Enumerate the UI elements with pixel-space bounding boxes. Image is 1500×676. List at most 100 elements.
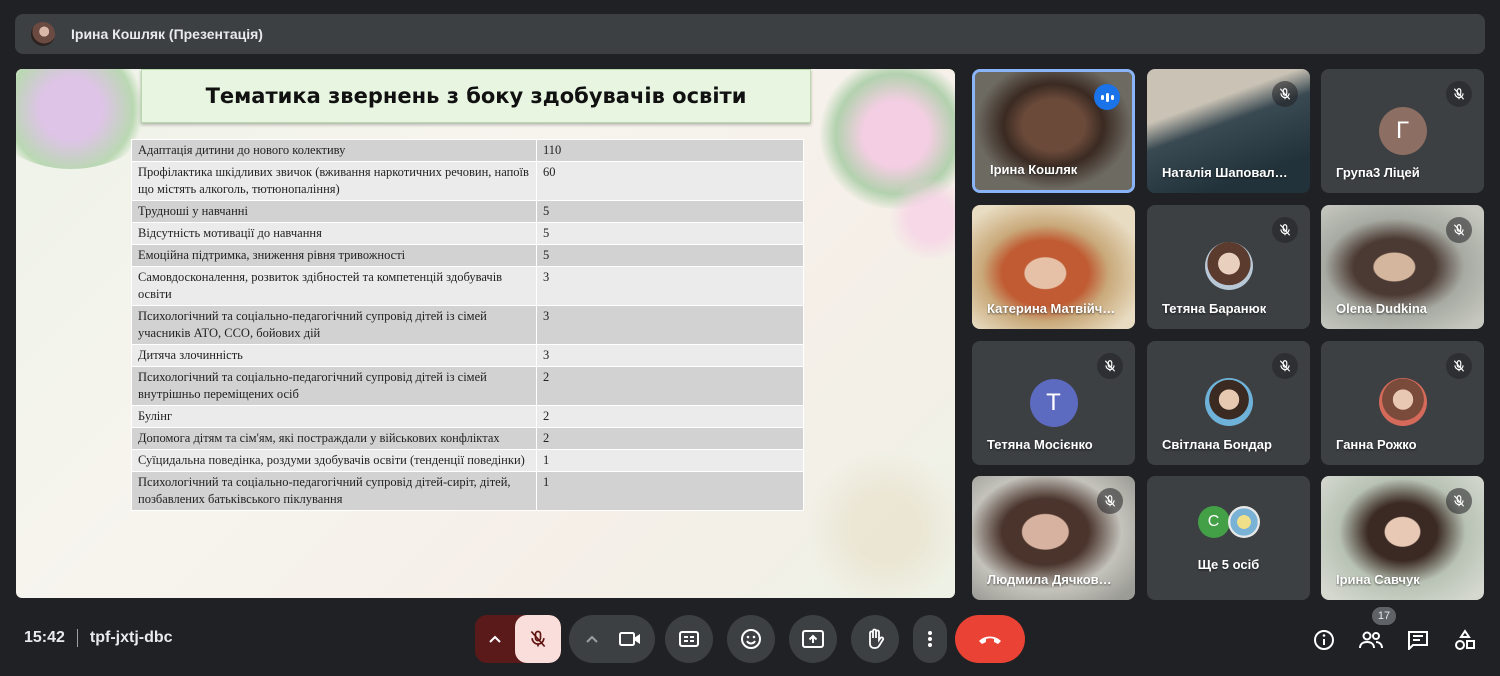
participant-tile[interactable]: Ірина Кошляк [972,69,1135,193]
muted-indicator [1446,488,1472,514]
topic-cell: Психологічний та соціально-педагогічний … [131,471,537,511]
presentation-slide: Тематика звернень з боку здобувачів осві… [16,69,955,598]
table-row: Емоційна підтримка, зниження рівня триво… [131,244,804,267]
raise-hand-icon [869,628,885,649]
count-cell: 3 [536,305,804,345]
topic-cell: Психологічний та соціально-педагогічний … [131,305,537,345]
participant-tile[interactable]: Г Група3 Ліцей [1321,69,1484,193]
emoji-icon [741,629,761,649]
topics-table: Адаптація дитини до нового колективу 110 П… [131,139,804,511]
participant-tile[interactable]: Світлана Бондар [1147,341,1310,465]
participant-tile[interactable]: Людмила Дячков… [972,476,1135,600]
mic-off-icon [1279,360,1291,372]
count-cell: 60 [536,161,804,201]
count-cell: 1 [536,471,804,511]
count-cell: 5 [536,200,804,223]
table-row: Профілактика шкідливих звичок (вживання … [131,161,804,201]
participant-tile[interactable]: Наталія Шаповал… [1147,69,1310,193]
participant-tile[interactable]: Ірина Савчук [1321,476,1484,600]
people-icon [1359,631,1383,649]
table-row: Дитяча злочинність 3 [131,344,804,367]
people-button[interactable] [1358,627,1384,653]
participant-tile[interactable]: Ганна Рожко [1321,341,1484,465]
more-options-button[interactable] [913,615,947,663]
avatar: С [1197,506,1230,538]
participant-tile[interactable]: С Ще 5 осіб [1147,476,1310,600]
phone-hangup-icon [979,636,1001,644]
presenter-avatar [31,22,55,46]
muted-indicator [1272,81,1298,107]
muted-indicator [1272,217,1298,243]
clock: 15:42 [24,629,65,646]
count-cell: 5 [536,222,804,245]
chat-button[interactable] [1405,627,1431,653]
participant-name: Катерина Матвійч… [987,301,1116,316]
avatar [1227,506,1260,538]
mic-toggle-button[interactable] [515,615,561,663]
speaking-indicator-icon [1094,84,1120,110]
emoji-reaction-button[interactable] [727,615,775,663]
avatar: Г [1378,107,1427,155]
table-row: Відсутність мотивації до навчання 5 [131,222,804,245]
table-row: Трудноші у навчанні 5 [131,200,804,223]
mic-off-icon [530,630,546,648]
avatar-stack: С [1197,506,1260,538]
muted-indicator [1446,353,1472,379]
present-screen-button[interactable] [789,615,837,663]
video-options-button[interactable] [574,635,610,643]
chevron-up-icon [586,635,598,643]
topic-cell: Булінг [131,405,537,428]
count-cell: 2 [536,405,804,428]
avatar [1378,378,1427,426]
participant-name: Наталія Шаповал… [1162,165,1288,180]
participant-name: Ірина Кошляк [990,162,1078,177]
participant-tile[interactable]: Тетяна Баранюк [1147,205,1310,329]
topic-cell: Суїцидальна поведінка, роздуми здобувачі… [131,449,537,472]
count-cell: 5 [536,244,804,267]
leave-call-button[interactable] [955,615,1025,663]
muted-indicator [1446,81,1472,107]
mic-off-icon [1453,360,1465,372]
mic-control-group [475,615,561,663]
audio-options-button[interactable] [475,615,515,663]
participant-name: Тетяна Баранюк [1162,301,1267,316]
mic-off-icon [1453,224,1465,236]
muted-indicator [1272,353,1298,379]
topic-cell: Допомога дітям та сім'ям, які постраждал… [131,427,537,450]
muted-indicator [1097,488,1123,514]
topic-cell: Трудноші у навчанні [131,200,537,223]
divider [76,629,78,647]
topic-cell: Адаптація дитини до нового колективу [131,139,537,162]
mic-off-icon [1104,360,1116,372]
participant-name: Тетяна Мосієнко [987,437,1093,452]
captions-button[interactable] [665,615,713,663]
present-screen-icon [802,630,824,648]
slide-title: Тематика звернень з боку здобувачів осві… [205,84,747,108]
participant-name: Група3 Ліцей [1336,165,1420,180]
activities-button[interactable] [1452,627,1478,653]
participant-tile[interactable]: Т Тетяна Мосієнко [972,341,1135,465]
table-row: Самовдосконалення, розвиток здібностей т… [131,266,804,306]
muted-indicator [1446,217,1472,243]
camera-control-group [569,615,655,663]
leaf-decoration [806,449,955,598]
camera-toggle-button[interactable] [610,631,650,647]
table-row: Суїцидальна поведінка, роздуми здобувачі… [131,449,804,472]
presenter-title: Ірина Кошляк (Презентація) [71,26,263,42]
topic-cell: Дитяча злочинність [131,344,537,367]
avatar: Т [1029,379,1078,427]
participant-name: Людмила Дячков… [987,572,1112,587]
participant-name: Ще 5 осіб [1197,557,1260,572]
count-cell: 1 [536,449,804,472]
raise-hand-button[interactable] [851,615,899,663]
topic-cell: Відсутність мотивації до навчання [131,222,537,245]
table-row: Психологічний та соціально-педагогічний … [131,366,804,406]
count-cell: 2 [536,366,804,406]
participant-tile[interactable]: Катерина Матвійч… [972,205,1135,329]
participant-tile[interactable]: Olena Dudkina [1321,205,1484,329]
meeting-info: 15:42 tpf-jxtj-dbc [24,629,173,647]
table-row: Допомога дітям та сім'ям, які постраждал… [131,427,804,450]
topic-cell: Самовдосконалення, розвиток здібностей т… [131,266,537,306]
avatar [1204,378,1253,426]
meeting-details-button[interactable] [1311,627,1337,653]
